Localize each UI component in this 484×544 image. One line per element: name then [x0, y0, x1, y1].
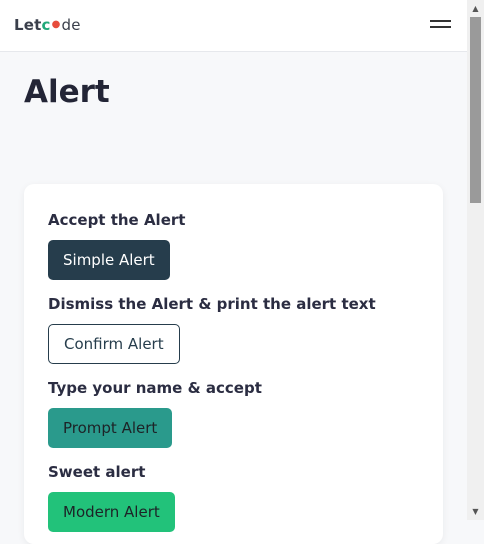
- prompt-alert-label: Type your name & accept: [48, 379, 262, 397]
- logo-text-de: de: [61, 16, 81, 34]
- scroll-thumb[interactable]: [470, 17, 481, 203]
- logo-dot-icon: ●: [51, 18, 61, 30]
- letcode-logo[interactable]: Let c ● de: [14, 16, 81, 34]
- top-navbar: Let c ● de: [0, 0, 467, 52]
- scroll-down-arrow-icon[interactable]: ▼: [467, 503, 484, 520]
- hamburger-menu-icon[interactable]: [430, 17, 452, 33]
- dismiss-alert-label: Dismiss the Alert & print the alert text: [48, 295, 376, 313]
- scroll-up-arrow-icon[interactable]: ▲: [467, 0, 484, 17]
- alert-card: Accept the Alert Simple Alert Dismiss th…: [24, 184, 443, 544]
- logo-text-c: c: [41, 16, 51, 34]
- simple-alert-button[interactable]: Simple Alert: [48, 240, 170, 280]
- prompt-alert-button[interactable]: Prompt Alert: [48, 408, 173, 448]
- sweet-alert-label: Sweet alert: [48, 463, 146, 481]
- page-title: Alert: [24, 74, 110, 110]
- accept-alert-label: Accept the Alert: [48, 211, 186, 229]
- vertical-scrollbar[interactable]: ▲ ▼: [467, 0, 484, 520]
- logo-text-let: Let: [14, 16, 42, 34]
- confirm-alert-button[interactable]: Confirm Alert: [48, 324, 180, 364]
- modern-alert-button[interactable]: Modern Alert: [48, 492, 175, 532]
